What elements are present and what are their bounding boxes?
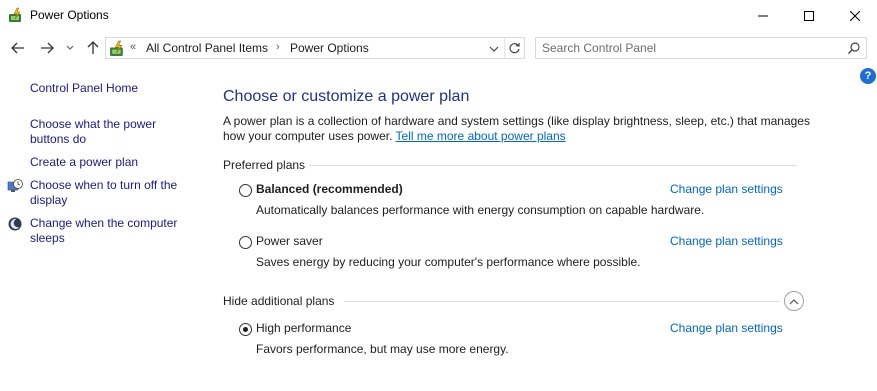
plan-description: Favors performance, but may use more ene… — [256, 342, 509, 356]
collapse-additional-plans-button[interactable] — [784, 291, 804, 311]
refresh-icon — [509, 42, 520, 53]
hide-additional-plans-header[interactable]: Hide additional plans — [223, 294, 334, 308]
plan-description: Automatically balances performance with … — [256, 203, 705, 217]
back-button[interactable] — [8, 38, 28, 58]
plan-name[interactable]: High performance — [256, 321, 351, 335]
minimize-icon — [758, 15, 768, 16]
breadcrumb-overflow[interactable]: « — [130, 41, 136, 53]
arrow-right-icon — [41, 42, 54, 54]
change-plan-settings-link-power-saver[interactable]: Change plan settings — [670, 234, 783, 248]
title-bar: Power Options — [0, 0, 877, 31]
close-button[interactable] — [832, 0, 877, 31]
sidebar-link-control-panel-home[interactable]: Control Panel Home — [30, 81, 138, 96]
window-title: Power Options — [30, 8, 109, 22]
display-clock-icon — [7, 178, 23, 194]
search-input[interactable] — [542, 41, 832, 55]
chevron-up-icon — [789, 298, 799, 304]
plan-power-saver: Power saver Saves energy by reducing you… — [239, 234, 799, 274]
change-plan-settings-link-high-performance[interactable]: Change plan settings — [670, 321, 783, 335]
recent-locations-button[interactable] — [63, 38, 77, 58]
address-bar[interactable]: « All Control Panel Items › Power Option… — [105, 37, 525, 59]
address-dropdown-button[interactable] — [487, 42, 501, 56]
sleep-moon-icon — [7, 216, 23, 232]
up-button[interactable] — [83, 38, 103, 58]
refresh-button[interactable] — [504, 38, 524, 58]
sidebar-link-computer-sleeps[interactable]: Change when the computer sleeps — [30, 216, 190, 246]
sidebar-link-power-buttons[interactable]: Choose what the power buttons do — [30, 117, 180, 147]
plan-power-saver-radio[interactable] — [239, 236, 252, 249]
plan-description: Saves energy by reducing your computer's… — [256, 255, 641, 269]
plan-high-performance-radio[interactable] — [239, 323, 252, 336]
navigation-bar: « All Control Panel Items › Power Option… — [0, 31, 877, 65]
chevron-down-icon — [66, 45, 74, 50]
plan-balanced: Balanced (recommended) Automatically bal… — [239, 182, 799, 222]
divider — [344, 301, 780, 302]
arrow-left-icon — [11, 42, 24, 54]
plan-high-performance: High performance Favors performance, but… — [239, 321, 799, 361]
forward-button[interactable] — [37, 38, 57, 58]
sidebar-link-turn-off-display[interactable]: Choose when to turn off the display — [30, 178, 190, 208]
minimize-button[interactable] — [740, 0, 786, 31]
sidebar-link-create-power-plan[interactable]: Create a power plan — [30, 155, 138, 170]
preferred-plans-header: Preferred plans — [223, 158, 306, 172]
page-description: A power plan is a collection of hardware… — [223, 114, 813, 144]
page-title: Choose or customize a power plan — [223, 88, 470, 105]
tell-me-more-link[interactable]: Tell me more about power plans — [396, 129, 566, 143]
help-button[interactable]: ? — [860, 68, 876, 84]
maximize-icon — [804, 10, 814, 21]
search-icon[interactable] — [847, 41, 861, 55]
breadcrumb-power-options[interactable]: Power Options — [290, 41, 369, 55]
search-box[interactable] — [535, 37, 867, 59]
breadcrumb-separator[interactable]: › — [276, 41, 280, 53]
power-options-icon — [8, 7, 24, 23]
divider — [309, 165, 797, 166]
chevron-down-icon — [489, 46, 499, 52]
breadcrumb-all-control-panel-items[interactable]: All Control Panel Items — [146, 41, 268, 55]
power-options-icon — [109, 40, 126, 57]
plan-balanced-radio[interactable] — [239, 184, 252, 197]
plan-name[interactable]: Balanced (recommended) — [256, 182, 403, 196]
change-plan-settings-link-balanced[interactable]: Change plan settings — [670, 182, 783, 196]
close-icon — [850, 10, 860, 21]
maximize-button[interactable] — [786, 0, 832, 31]
arrow-up-icon — [87, 41, 99, 54]
plan-name[interactable]: Power saver — [256, 234, 323, 248]
